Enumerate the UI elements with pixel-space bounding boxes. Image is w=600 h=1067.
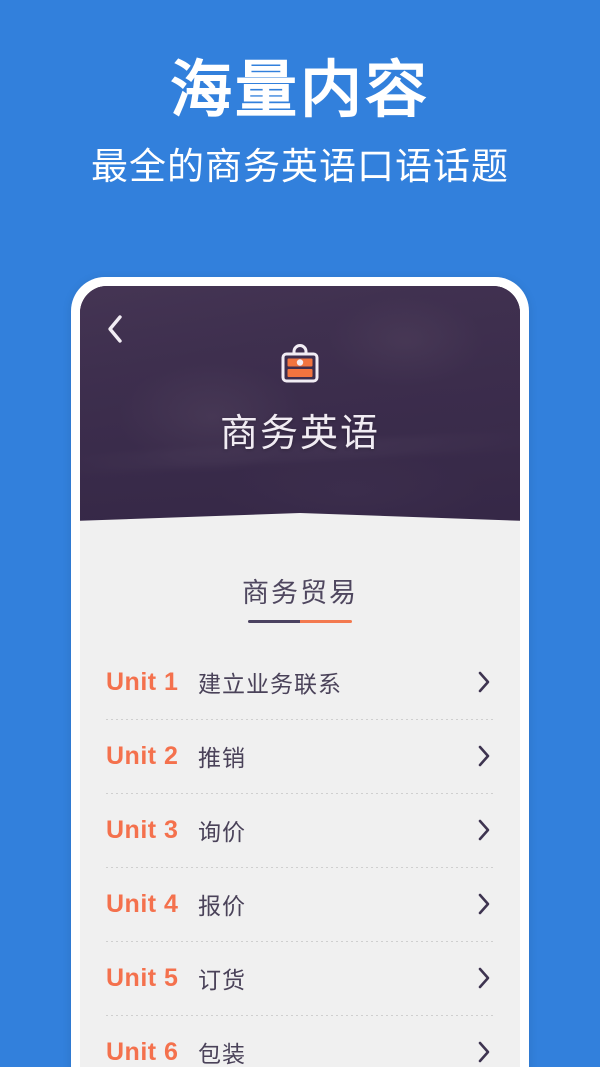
chevron-right-icon[interactable]: [474, 819, 494, 841]
chevron-right-icon[interactable]: [474, 1041, 494, 1063]
chevron-right-icon[interactable]: [474, 967, 494, 989]
unit-name: 报价: [198, 893, 246, 919]
section-header: 商务贸易: [106, 539, 494, 623]
list-item[interactable]: Unit 1 建立业务联系: [106, 645, 494, 719]
unit-name: 询价: [198, 819, 246, 845]
unit-number: Unit 6: [106, 1037, 179, 1066]
chevron-right-icon[interactable]: [474, 671, 494, 693]
phone-mockup-frame: 商务英语 商务贸易 Unit 1 建立业务联系 Unit 2 推销 Unit 3…: [71, 277, 529, 1067]
briefcase-icon: [277, 343, 323, 385]
promo-banner: 海量内容 最全的商务英语口语话题: [0, 0, 600, 188]
unit-list: Unit 1 建立业务联系 Unit 2 推销 Unit 3 询价 Unit 4…: [106, 645, 494, 1067]
list-item[interactable]: Unit 6 包装: [106, 1015, 494, 1067]
unit-number: Unit 5: [106, 963, 179, 992]
chevron-left-icon: [105, 313, 125, 345]
list-item[interactable]: Unit 2 推销: [106, 719, 494, 793]
unit-name: 推销: [198, 745, 246, 771]
section-title: 商务贸易: [242, 578, 358, 608]
chevron-right-icon[interactable]: [474, 745, 494, 767]
unit-number: Unit 2: [106, 741, 179, 770]
section-underline: [248, 620, 352, 623]
unit-number: Unit 1: [106, 667, 179, 696]
course-content-panel: 商务贸易 Unit 1 建立业务联系 Unit 2 推销 Unit 3 询价 U…: [80, 539, 520, 1067]
promo-title: 海量内容: [169, 56, 430, 125]
list-item[interactable]: Unit 4 报价: [106, 867, 494, 941]
list-item[interactable]: Unit 5 订货: [106, 941, 494, 1015]
course-title: 商务英语: [219, 413, 380, 455]
unit-name: 建立业务联系: [198, 671, 342, 697]
unit-number: Unit 4: [106, 889, 179, 918]
promo-subtitle: 最全的商务英语口语话题: [91, 146, 509, 188]
phone-screen: 商务英语 商务贸易 Unit 1 建立业务联系 Unit 2 推销 Unit 3…: [80, 286, 520, 1067]
unit-name: 订货: [198, 967, 246, 993]
back-button[interactable]: [96, 310, 134, 348]
list-item[interactable]: Unit 3 询价: [106, 793, 494, 867]
unit-name: 包装: [198, 1041, 246, 1067]
unit-number: Unit 3: [106, 815, 179, 844]
chevron-right-icon[interactable]: [474, 893, 494, 915]
course-hero-header: 商务英语: [80, 286, 520, 539]
